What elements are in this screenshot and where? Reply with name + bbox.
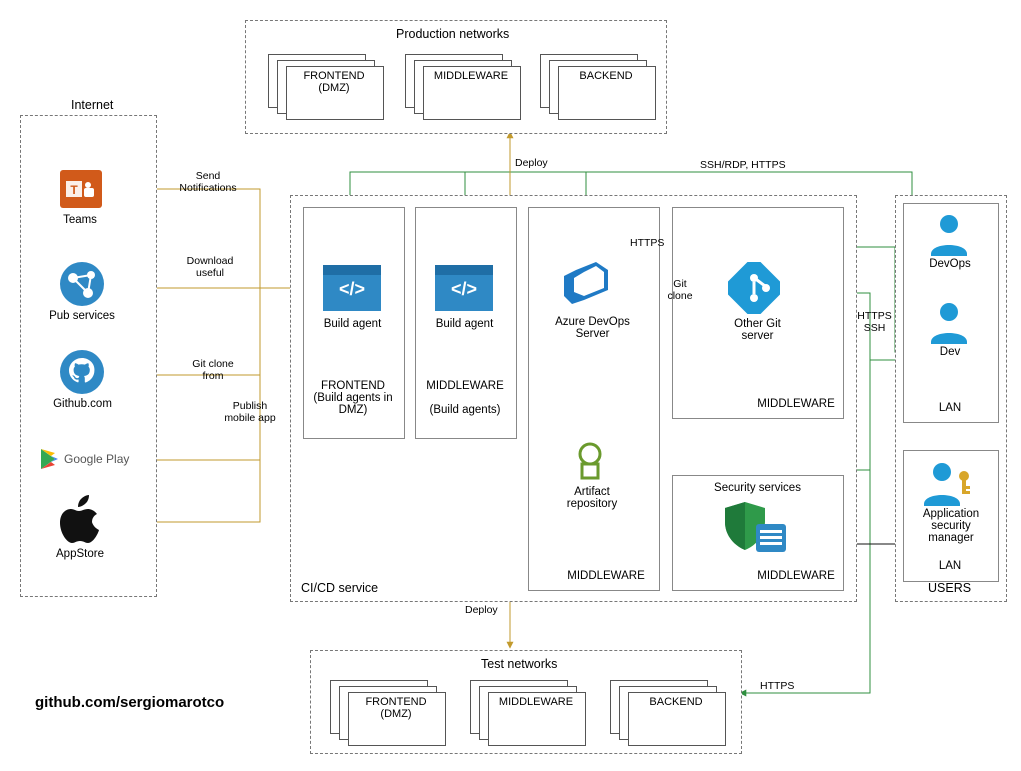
appstore-icon — [58, 495, 104, 550]
build-agent-1-icon: </> — [323, 265, 381, 311]
edge-deploy-down: Deploy — [465, 604, 498, 616]
prod-frontend-label: FRONTEND (DMZ) — [286, 70, 382, 94]
appstore-label: AppStore — [50, 548, 110, 560]
build-agent-2-icon: </> — [435, 265, 493, 311]
edge-git-clone-from: Git clone from — [178, 358, 248, 382]
edge-publish-mobile: Publish mobile app — [215, 400, 285, 424]
group-test-title: Test networks — [481, 657, 557, 671]
google-play-icon: Google Play — [40, 448, 129, 470]
zone3-caption: MIDDLEWARE — [558, 570, 654, 582]
group-users-title: USERS — [928, 581, 971, 595]
git-server-label: Other Git server — [720, 318, 795, 342]
edge-https-1: HTTPS — [630, 237, 664, 249]
github-icon — [58, 348, 106, 401]
svg-text:T: T — [70, 183, 78, 197]
azure-devops-label: Azure DevOps Server — [535, 316, 650, 340]
github-label: Github.com — [45, 398, 120, 410]
appsec-label: Application security manager — [906, 508, 996, 544]
attribution-text: github.com/sergiomarotco — [35, 694, 224, 711]
artifact-repository-icon — [572, 442, 608, 487]
pub-services-label: Pub services — [42, 310, 122, 322]
prod-middleware-label: MIDDLEWARE — [423, 70, 519, 82]
build-agent-2-label: Build agent — [422, 318, 507, 330]
zone4b-caption: MIDDLEWARE — [748, 570, 844, 582]
edge-ssh-rdp-https: SSH/RDP, HTTPS — [700, 159, 786, 171]
google-play-label: Google Play — [64, 452, 129, 466]
edge-https-ssh: HTTPS SSH — [852, 310, 897, 334]
group-internet-title: Internet — [71, 98, 113, 112]
edge-git-clone: Git clone — [660, 278, 700, 302]
edge-https-test: HTTPS — [760, 680, 794, 692]
devops-label: DevOps — [910, 258, 990, 270]
security-services-label: Security services — [700, 482, 815, 494]
teams-icon: T — [60, 170, 102, 208]
artifact-repository-label: Artifact repository — [542, 486, 642, 510]
security-shield-icon — [720, 500, 790, 561]
zone1-caption: FRONTEND (Build agents in DMZ) — [305, 380, 401, 416]
test-backend-label: BACKEND — [628, 696, 724, 708]
git-server-icon — [728, 262, 780, 319]
dev-label: Dev — [910, 346, 990, 358]
prod-backend-label: BACKEND — [558, 70, 654, 82]
azure-devops-icon — [560, 260, 616, 317]
group-production-title: Production networks — [396, 27, 509, 41]
test-frontend-label: FRONTEND (DMZ) — [348, 696, 444, 720]
dev-user-icon — [925, 300, 973, 349]
lan2-caption: LAN — [930, 560, 970, 572]
zone4a-caption: MIDDLEWARE — [748, 398, 844, 410]
edge-deploy-up: Deploy — [515, 157, 548, 169]
appsec-user-icon — [920, 460, 974, 511]
teams-label: Teams — [50, 214, 110, 226]
lan1-caption: LAN — [930, 402, 970, 414]
zone2-caption: MIDDLEWARE (Build agents) — [417, 380, 513, 416]
devops-user-icon — [925, 212, 973, 261]
diagram-canvas: Internet T Teams Pub services Github.com… — [0, 0, 1021, 771]
build-agent-1-label: Build agent — [310, 318, 395, 330]
edge-send-notifications: Send Notifications — [168, 170, 248, 194]
group-cicd-title: CI/CD service — [301, 581, 378, 595]
edge-download-useful: Download useful — [175, 255, 245, 279]
test-middleware-label: MIDDLEWARE — [488, 696, 584, 708]
pub-services-icon — [58, 260, 106, 313]
